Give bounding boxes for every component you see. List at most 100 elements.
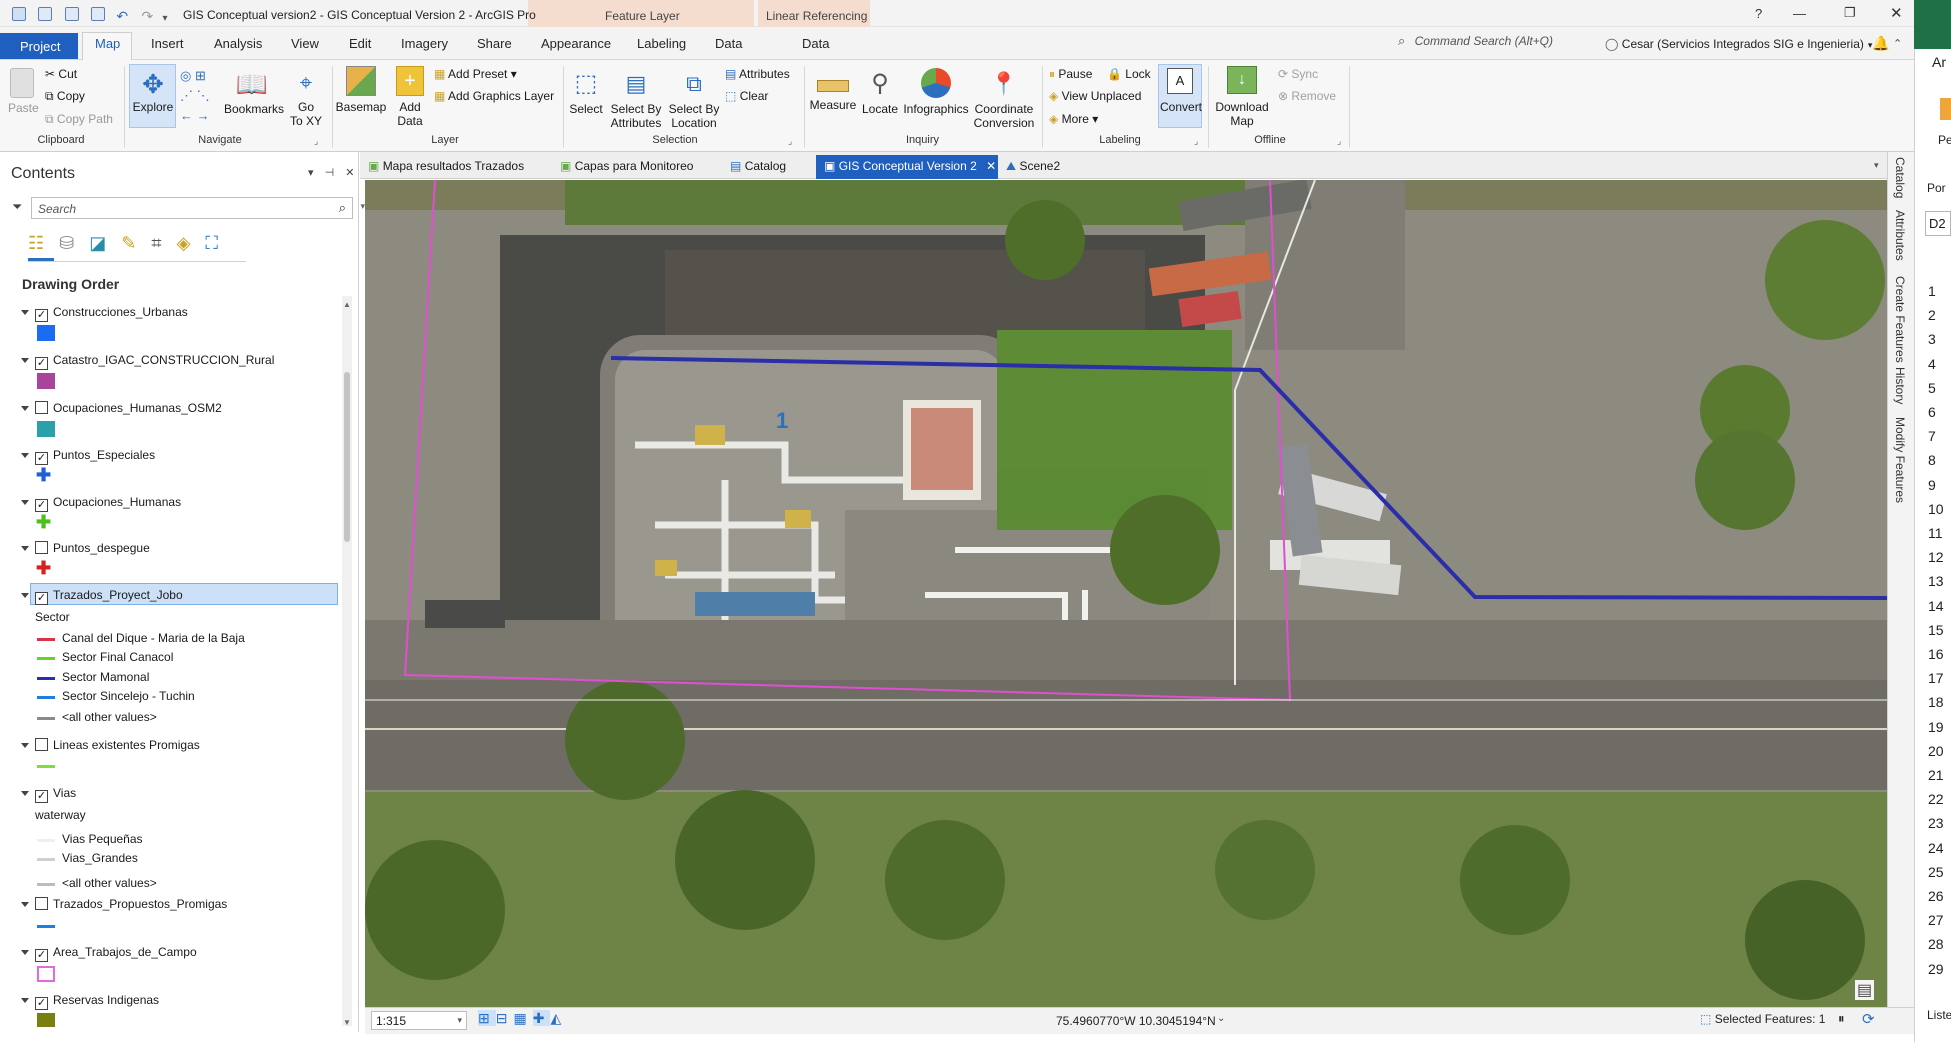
snapping-icon[interactable]: ✚ — [532, 1010, 551, 1026]
layer-row-vias[interactable]: ✓ Vias — [21, 786, 76, 803]
go-to-xy-button[interactable]: ⌖ Go To XY — [289, 66, 323, 128]
refresh-icon[interactable]: ⟳ — [1862, 1010, 1875, 1028]
side-tab-modify-features[interactable]: Modify Features — [1893, 417, 1907, 503]
layer-row-trazados-propuestos[interactable]: Trazados_Propuestos_Promigas — [21, 897, 227, 911]
excel-row-number[interactable]: 14 — [1928, 598, 1944, 614]
scale-selector[interactable]: 1:315 ▾ — [371, 1011, 467, 1030]
excel-row-number[interactable]: 17 — [1928, 670, 1944, 686]
navigate-launcher-icon[interactable]: ⌟ — [314, 136, 318, 147]
excel-row-number[interactable]: 25 — [1928, 864, 1944, 880]
pane-menu-icon[interactable]: ▾ — [308, 167, 314, 179]
attributes-button[interactable]: ▤ Attributes — [725, 67, 790, 81]
excel-row-number[interactable]: 13 — [1928, 573, 1944, 589]
pause-labeling-button[interactable]: ⏸ Pause — [1049, 67, 1092, 82]
excel-row-number[interactable]: 1 — [1928, 283, 1936, 299]
select-by-location-button[interactable]: ⧉ Select By Location — [665, 66, 723, 130]
expand-icon[interactable] — [21, 998, 29, 1003]
layer-row-lineas-existentes[interactable]: Lineas existentes Promigas — [21, 738, 200, 752]
save-icon[interactable] — [91, 7, 106, 21]
list-by-perspective-icon[interactable]: ⛶ — [205, 233, 218, 253]
list-by-drawing-order-icon[interactable]: ☷ — [28, 233, 44, 253]
ribbon-collapse-icon[interactable]: ⌃ — [1893, 37, 1902, 50]
list-by-data-source-icon[interactable]: ⛁ — [59, 233, 74, 253]
contents-scrollbar-thumb[interactable] — [344, 372, 350, 542]
selected-features-indicator[interactable]: ⬚ Selected Features: 1 — [1700, 1012, 1825, 1026]
tab-labeling[interactable]: Labeling — [637, 36, 686, 51]
layer-name[interactable]: Area_Trabajos_de_Campo — [53, 945, 197, 959]
fixed-zoom-in-icon[interactable]: ⊞ — [195, 68, 206, 83]
excel-row-number[interactable]: 18 — [1928, 694, 1944, 710]
side-tab-create-features[interactable]: Create Features — [1893, 276, 1907, 363]
full-extent-icon[interactable]: ◎ — [180, 68, 191, 83]
tab-catalog[interactable]: ▤ Catalog — [730, 159, 786, 173]
expand-icon[interactable] — [21, 593, 29, 598]
excel-row-number[interactable]: 16 — [1928, 646, 1944, 662]
layer-visibility-checkbox[interactable]: ✓ — [35, 357, 48, 370]
tab-appearance[interactable]: Appearance — [541, 36, 611, 51]
add-graphics-layer-button[interactable]: ▦ Add Graphics Layer — [434, 89, 554, 103]
scroll-up-icon[interactable]: ▲ — [343, 300, 351, 309]
excel-row-number[interactable]: 11 — [1928, 525, 1943, 541]
layer-row-area-trabajos[interactable]: ✓ Area_Trabajos_de_Campo — [21, 945, 197, 962]
layer-visibility-checkbox[interactable]: ✓ — [35, 309, 48, 322]
layer-row-trazados-proyect-jobo[interactable]: ✓ Trazados_Proyect_Jobo — [21, 588, 183, 605]
layer-name[interactable]: Trazados_Propuestos_Promigas — [53, 897, 227, 911]
layer-name[interactable]: Trazados_Proyect_Jobo — [53, 588, 183, 602]
coordinate-conversion-button[interactable]: 📍 Coordinate Conversion — [972, 66, 1036, 130]
layer-visibility-checkbox[interactable] — [35, 541, 48, 554]
expand-icon[interactable] — [21, 546, 29, 551]
layer-name[interactable]: Ocupaciones_Humanas_OSM2 — [53, 401, 222, 415]
layer-row-catastro[interactable]: ✓ Catastro_IGAC_CONSTRUCCION_Rural — [21, 353, 274, 370]
new-project-icon[interactable] — [38, 7, 53, 21]
download-map-button[interactable]: ↓ Download Map — [1212, 66, 1272, 128]
excel-row-number[interactable]: 5 — [1928, 380, 1936, 396]
layer-row-ocupaciones-humanas[interactable]: ✓ Ocupaciones_Humanas — [21, 495, 181, 512]
locate-button[interactable]: ⚲ Locate — [860, 66, 900, 116]
remove-button[interactable]: ⊗ Remove — [1278, 89, 1336, 103]
expand-icon[interactable] — [21, 743, 29, 748]
redo-icon[interactable]: ↷ — [141, 8, 153, 24]
grid-snapping-icon[interactable]: ⊞ — [478, 1010, 496, 1026]
selection-launcher-icon[interactable]: ⌟ — [788, 136, 792, 147]
layer-name[interactable]: Lineas existentes Promigas — [53, 738, 200, 752]
tab-data[interactable]: Data — [715, 36, 742, 51]
excel-row-number[interactable]: 10 — [1928, 501, 1944, 517]
contents-search-input[interactable]: Search ⌕ ▾ — [31, 197, 365, 219]
layer-visibility-checkbox[interactable]: ✓ — [35, 790, 48, 803]
excel-row-number[interactable]: 2 — [1928, 307, 1936, 323]
add-data-button[interactable]: + Add Data — [391, 66, 429, 128]
expand-icon[interactable] — [21, 406, 29, 411]
tab-edit[interactable]: Edit — [349, 36, 371, 51]
excel-row-number[interactable]: 19 — [1928, 719, 1944, 735]
layer-visibility-checkbox[interactable]: ✓ — [35, 452, 48, 465]
sync-button[interactable]: ⟳ Sync — [1278, 67, 1318, 81]
navigate-small-tools[interactable]: ◎ ⊞ ⋰ ⋱ ← → — [180, 66, 210, 126]
bookmarks-button[interactable]: 📖 Bookmarks — [224, 66, 284, 116]
select-button[interactable]: ⬚ Select — [566, 66, 606, 116]
expand-icon[interactable] — [21, 902, 29, 907]
close-tab-icon[interactable]: ✕ — [986, 159, 996, 173]
excel-row-number[interactable]: 9 — [1928, 477, 1936, 493]
undo-icon[interactable]: ↶ — [116, 8, 128, 24]
fixed-zoom-out-icon[interactable]: ⋰ — [180, 88, 193, 103]
expand-icon[interactable] — [21, 950, 29, 955]
restore-icon[interactable]: ❐ — [1844, 5, 1856, 21]
layer-row-puntos-despegue[interactable]: Puntos_despegue — [21, 541, 150, 555]
view-unplaced-button[interactable]: ◈ View Unplaced — [1049, 89, 1141, 103]
layer-name[interactable]: Vias — [53, 786, 76, 800]
layer-visibility-checkbox[interactable]: ✓ — [35, 592, 48, 605]
previous-extent-icon[interactable]: ← — [180, 108, 193, 123]
select-by-attributes-button[interactable]: ▤ Select By Attributes — [607, 66, 665, 130]
layer-name[interactable]: Puntos_despegue — [53, 541, 150, 555]
layer-name[interactable]: Catastro_IGAC_CONSTRUCCION_Rural — [53, 353, 274, 367]
infographics-button[interactable]: Infographics — [902, 66, 970, 116]
scale-dropdown-icon[interactable]: ▾ — [457, 1015, 462, 1026]
excel-row-number[interactable]: 26 — [1928, 888, 1944, 904]
coordinate-format-dropdown-icon[interactable]: ⌄ — [1217, 1013, 1225, 1024]
minimize-icon[interactable]: — — [1793, 6, 1806, 21]
tab-data-linear[interactable]: Data — [802, 36, 829, 51]
paste-button[interactable]: Paste — [8, 68, 39, 115]
list-by-selection-icon[interactable]: ◪ — [89, 233, 106, 253]
layer-visibility-checkbox[interactable] — [35, 401, 48, 414]
side-tab-catalog[interactable]: Catalog — [1893, 157, 1907, 198]
